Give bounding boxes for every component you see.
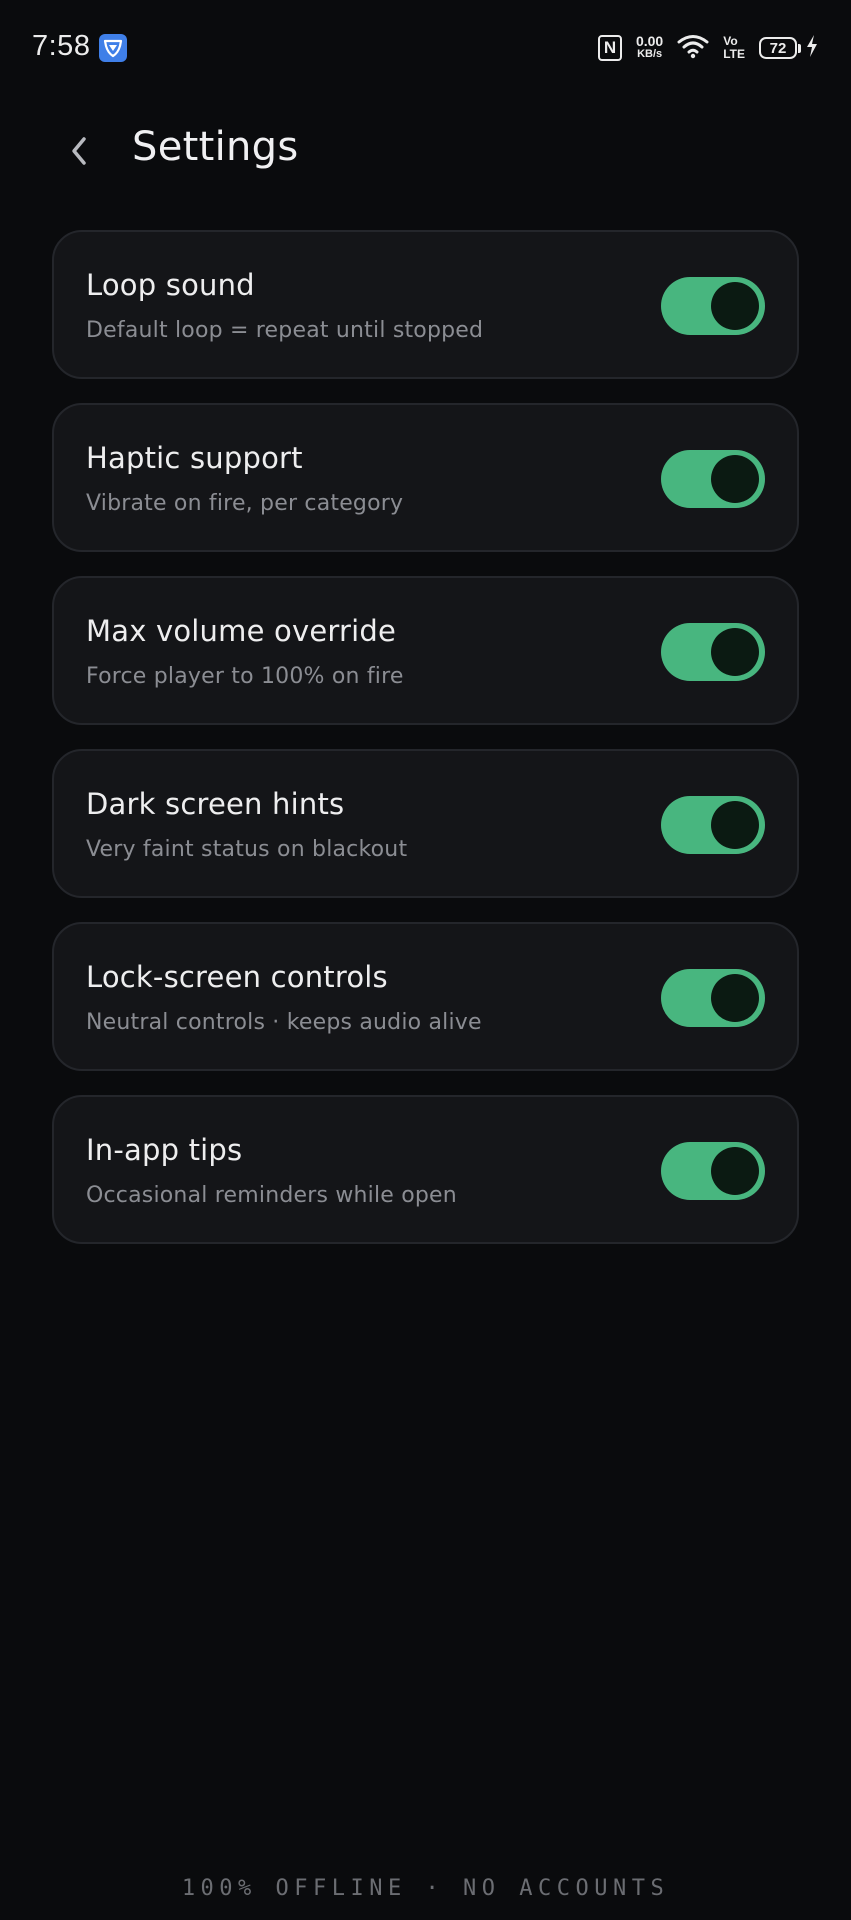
setting-card-dark-screen-hints: Dark screen hints Very faint status on b…: [52, 749, 799, 898]
setting-card-lock-screen-controls: Lock-screen controls Neutral controls · …: [52, 922, 799, 1071]
setting-description: Occasional reminders while open: [86, 1183, 457, 1208]
network-speed-value: 0.00: [635, 33, 664, 49]
toggle-knob: [711, 801, 759, 849]
status-icons: N 0.00 KB/s Vo LTE 72: [597, 32, 819, 64]
page-title: Settings: [132, 124, 299, 170]
toggle-knob: [711, 455, 759, 503]
toggle-knob: [711, 1147, 759, 1195]
setting-title: Max volume override: [86, 614, 397, 648]
setting-card-in-app-tips: In-app tips Occasional reminders while o…: [52, 1095, 799, 1244]
max-volume-override-toggle[interactable]: [661, 623, 765, 681]
volte-bottom: LTE: [723, 47, 745, 61]
loop-sound-toggle[interactable]: [661, 277, 765, 335]
toggle-knob: [711, 628, 759, 676]
toggle-knob: [711, 282, 759, 330]
setting-description: Neutral controls · keeps audio alive: [86, 1010, 482, 1035]
in-app-tips-toggle[interactable]: [661, 1142, 765, 1200]
lock-screen-controls-toggle[interactable]: [661, 969, 765, 1027]
setting-card-max-volume-override: Max volume override Force player to 100%…: [52, 576, 799, 725]
setting-description: Very faint status on blackout: [86, 837, 408, 862]
chevron-left-icon: [72, 137, 86, 165]
toggle-knob: [711, 974, 759, 1022]
volte-indicator: Vo LTE: [723, 35, 745, 61]
battery-icon: 72: [759, 34, 819, 63]
setting-title: Dark screen hints: [86, 787, 345, 821]
wifi-icon: [677, 33, 709, 64]
battery-level: 72: [759, 37, 797, 59]
status-time: 7:58: [32, 30, 91, 62]
setting-description: Vibrate on fire, per category: [86, 491, 404, 516]
setting-description: Force player to 100% on fire: [86, 664, 404, 689]
settings-list: Loop sound Default loop = repeat until s…: [52, 230, 799, 1268]
battery-tip: [798, 43, 801, 53]
setting-title: In-app tips: [86, 1133, 243, 1167]
setting-description: Default loop = repeat until stopped: [86, 318, 484, 343]
shield-app-icon: [99, 34, 127, 62]
network-speed-unit: KB/s: [637, 48, 663, 60]
setting-title: Haptic support: [86, 441, 303, 475]
haptic-support-toggle[interactable]: [661, 450, 765, 508]
footer-tagline: 100% OFFLINE · NO ACCOUNTS: [181, 1876, 670, 1901]
setting-title: Loop sound: [86, 268, 255, 302]
charging-bolt-icon: [805, 34, 819, 63]
setting-card-loop-sound: Loop sound Default loop = repeat until s…: [52, 230, 799, 379]
status-bar: 7:58 N 0.00 KB/s Vo LTE 72: [0, 0, 851, 96]
nfc-icon: N: [597, 35, 622, 61]
setting-title: Lock-screen controls: [86, 960, 388, 994]
back-button[interactable]: [58, 130, 100, 172]
setting-card-haptic-support: Haptic support Vibrate on fire, per cate…: [52, 403, 799, 552]
dark-screen-hints-toggle[interactable]: [661, 796, 765, 854]
network-speed: 0.00 KB/s: [635, 33, 664, 61]
header: Settings: [0, 110, 851, 190]
